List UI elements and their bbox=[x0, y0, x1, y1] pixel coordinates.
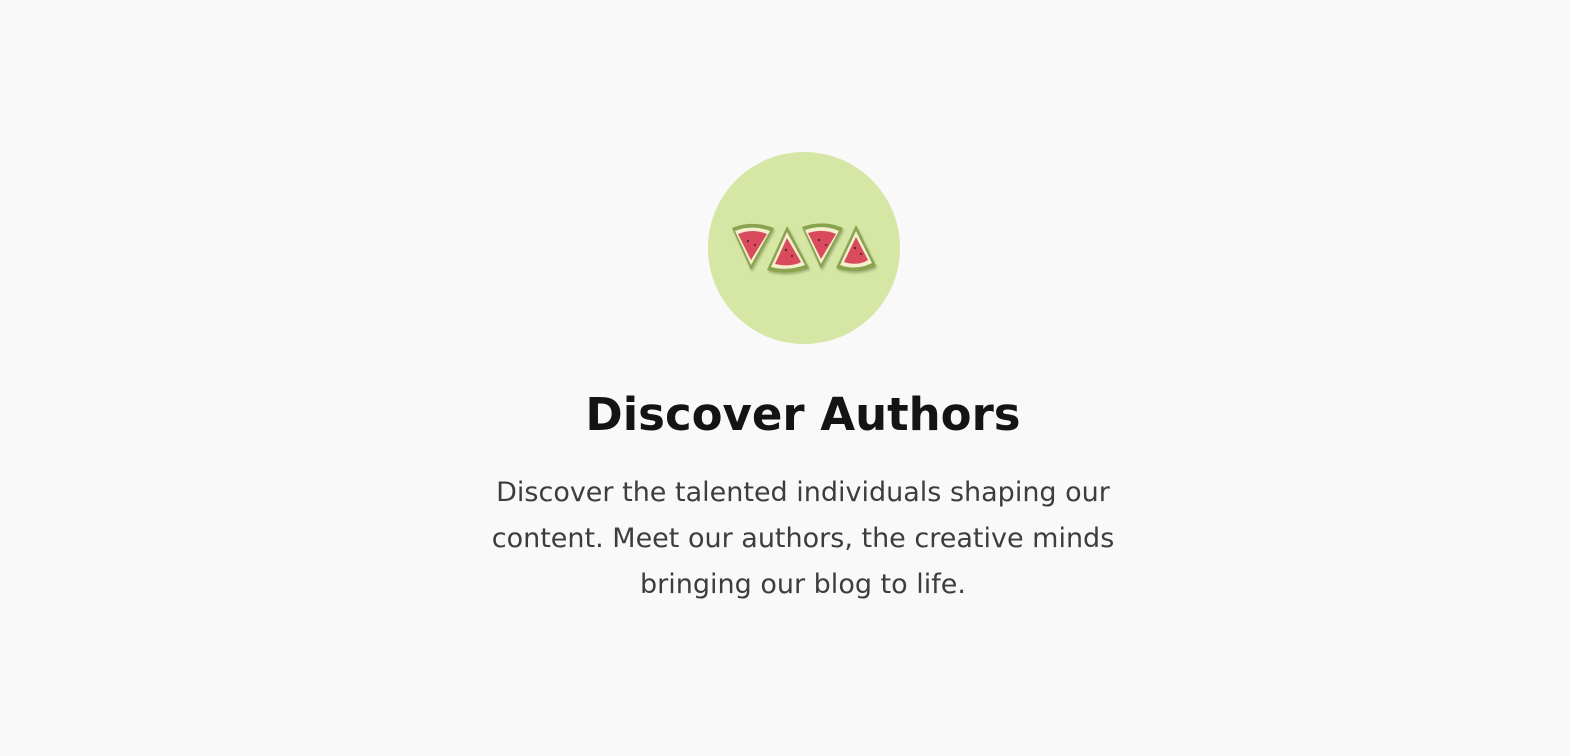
watermelon-slice bbox=[732, 223, 774, 270]
discover-authors-hero: Discover Authors Discover the talented i… bbox=[0, 0, 1570, 756]
page-description: Discover the talented individuals shapin… bbox=[491, 477, 1115, 600]
hero-image bbox=[708, 152, 900, 344]
page-title: Discover Authors bbox=[585, 388, 1021, 441]
watermelon-slice bbox=[767, 226, 809, 273]
watermelon-slice bbox=[836, 225, 876, 272]
watermelon-slices-icon bbox=[732, 223, 876, 273]
watermelon-slice bbox=[802, 223, 843, 269]
